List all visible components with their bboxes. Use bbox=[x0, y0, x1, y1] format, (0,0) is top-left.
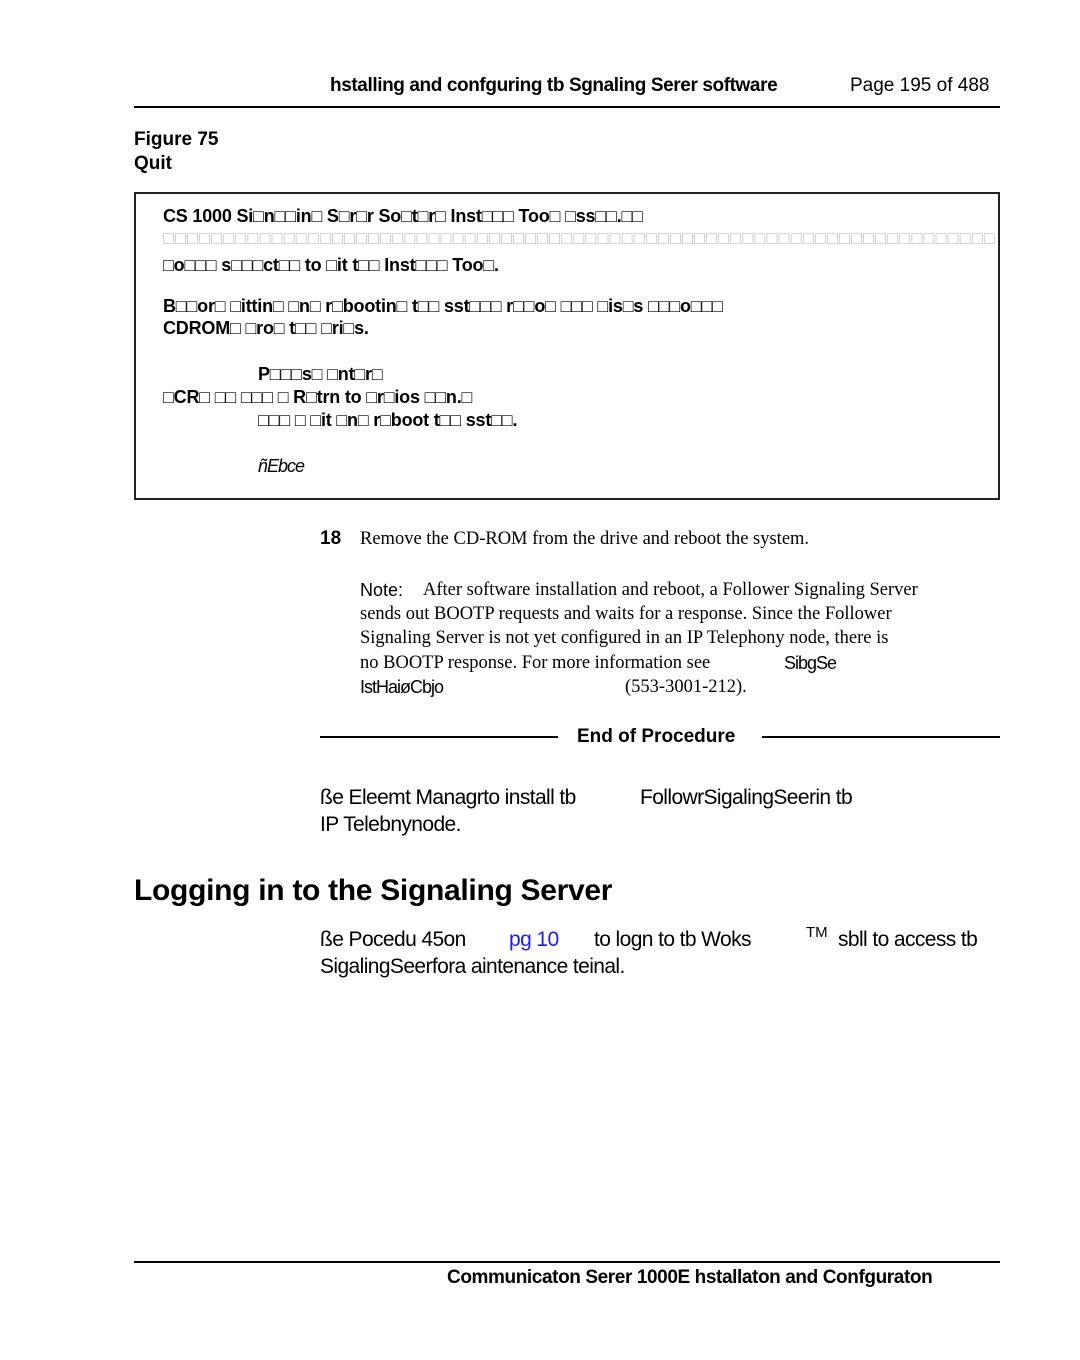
screen-option-quit: □□□ □ □it □n□ r□boot t□□ sst□□. bbox=[258, 410, 518, 430]
screen-option-return: □CR□ □□ □□□ □ R□trn to □r□ios □□n.□ bbox=[163, 387, 473, 407]
note-line-2: sends out BOOTP requests and waits for a… bbox=[360, 604, 892, 624]
step-number: 18 bbox=[320, 528, 342, 549]
screen-separator-line: □□□□□□□□□□□□□□□□□□□□□□□□□□□□□□□□□□□□□□□□… bbox=[163, 228, 996, 248]
footer-document-title: Communicaton Serer 1000E hstallaton and … bbox=[447, 1267, 933, 1288]
running-header-title: hstalling and confguring tb Sgnaling Ser… bbox=[330, 75, 778, 96]
note-line-1: After software installation and reboot, … bbox=[423, 580, 918, 600]
paragraph-1-line-1a: ße Eleemt Managrto install tb bbox=[320, 786, 576, 809]
section-heading: Logging in to the Signaling Server bbox=[134, 874, 613, 907]
end-of-procedure-rule-right bbox=[762, 736, 1000, 738]
note-label: Note: bbox=[360, 580, 404, 600]
note-reference-doc-number: (553-3001-212). bbox=[625, 677, 747, 697]
paragraph-1-line-1b: FollowrSigalingSeerin tb bbox=[640, 786, 853, 809]
figure-number: Figure 75 bbox=[134, 129, 219, 150]
screen-title-line: CS 1000 Si□n□□in□ S□r□r So□t□r□ Inst□□□ … bbox=[163, 206, 643, 226]
note-line-4: no BOOTP response. For more information … bbox=[360, 653, 711, 673]
screen-prompt-line: P□□□s□ □nt□r□ bbox=[258, 364, 383, 384]
paragraph-2-line-2: SigalingSeerfora aintenance teinal. bbox=[320, 955, 625, 978]
figure-caption: Quit bbox=[134, 153, 172, 174]
trademark-symbol: TM bbox=[806, 924, 828, 941]
end-of-procedure-label: End of Procedure bbox=[577, 726, 736, 747]
note-line-3: Signaling Server is not yet configured i… bbox=[360, 628, 889, 648]
screen-warning-line-1: B□□or□ □ittin□ □n□ r□bootin□ t□□ sst□□□ … bbox=[163, 296, 723, 316]
screen-confirm-line: □o□□□ s□□□ct□□ to □it t□□ Inst□□□ Too□. bbox=[163, 255, 499, 275]
screen-warning-line-2: CDROM□ □ro□ t□□ □ri□s. bbox=[163, 318, 369, 338]
page-reference-link[interactable]: pg 10 bbox=[509, 928, 559, 952]
header-divider bbox=[134, 106, 1000, 108]
page-number: Page 195 of 488 bbox=[850, 75, 990, 96]
paragraph-2-part-3: sbll to access tb bbox=[838, 928, 978, 951]
note-block: Note: bbox=[360, 580, 403, 601]
paragraph-2-part-1: ße Pocedu 45on bbox=[320, 928, 466, 951]
screen-input-prompt: ñEbce bbox=[258, 456, 305, 476]
paragraph-2-part-2: to logn to tb Woks bbox=[594, 928, 752, 951]
step-text: Remove the CD-ROM from the drive and reb… bbox=[360, 529, 810, 549]
end-of-procedure-rule-left bbox=[320, 736, 558, 738]
paragraph-1-line-2: IP Telebnynode. bbox=[320, 813, 461, 836]
note-reference-title-a: SibgSe bbox=[784, 653, 837, 673]
footer-divider bbox=[134, 1261, 1000, 1263]
note-reference-title-b: IstHaiøCbjo bbox=[360, 677, 444, 697]
